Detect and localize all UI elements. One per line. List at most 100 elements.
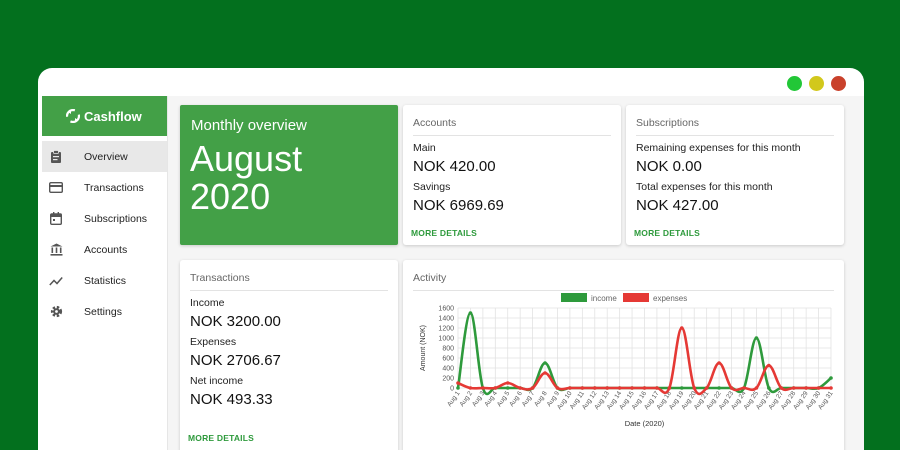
data-point-expenses <box>692 386 697 390</box>
data-point-expenses <box>505 381 510 385</box>
sidebar-item-accounts[interactable]: Accounts <box>42 234 167 265</box>
remaining-expenses-value: NOK 0.00 <box>636 158 702 175</box>
legend-swatch-expenses <box>623 293 649 302</box>
cashflow-logo-icon <box>66 109 80 123</box>
sidebar-item-label: Statistics <box>84 274 127 287</box>
data-point-expenses <box>804 386 808 390</box>
data-point-expenses <box>481 386 485 390</box>
activity-title: Activity <box>403 260 844 291</box>
gear-icon <box>49 305 63 319</box>
legend-swatch-income <box>561 293 587 302</box>
data-point-expenses <box>704 386 709 390</box>
data-point-expenses <box>829 386 833 390</box>
data-point-expenses <box>791 386 796 390</box>
credit-card-icon <box>49 181 63 195</box>
trending-icon <box>49 274 63 288</box>
data-point-income <box>680 386 684 390</box>
sidebar-item-label: Overview <box>84 150 128 163</box>
data-point-income <box>543 361 547 365</box>
data-point-income <box>767 386 771 390</box>
sidebar-item-transactions[interactable]: Transactions <box>42 172 167 203</box>
sidebar: Cashflow Overview Transactions Subscript… <box>42 96 168 450</box>
sidebar-item-label: Transactions <box>84 181 144 194</box>
bank-icon <box>49 243 63 257</box>
yellow-dot[interactable] <box>809 76 824 91</box>
data-point-income <box>456 386 460 390</box>
data-point-expenses <box>518 386 522 390</box>
y-tick-label: 1600 <box>438 306 454 313</box>
data-point-expenses <box>543 371 547 375</box>
red-dot[interactable] <box>831 76 846 91</box>
legend-label-expenses: expenses <box>653 294 687 303</box>
y-axis-title: Amount (NOK) <box>420 325 427 371</box>
transactions-more-details-link[interactable]: MORE DETAILS <box>188 433 254 443</box>
data-point-expenses <box>667 386 672 390</box>
data-point-expenses <box>493 386 498 390</box>
brand-title: Cashflow <box>84 108 142 124</box>
sidebar-item-label: Accounts <box>84 243 128 256</box>
data-point-expenses <box>555 386 560 390</box>
sidebar-item-label: Subscriptions <box>84 212 148 225</box>
monthly-overview-card: Monthly overview August 2020 <box>180 105 398 245</box>
sidebar-item-overview[interactable]: Overview <box>42 141 167 172</box>
clipboard-icon <box>49 150 63 164</box>
data-point-expenses <box>779 386 784 390</box>
data-point-expenses <box>456 381 460 385</box>
sidebar-item-statistics[interactable]: Statistics <box>42 265 167 296</box>
data-point-expenses <box>580 386 585 390</box>
expenses-value: NOK 2706.67 <box>190 352 281 369</box>
x-axis-title: Date (2020) <box>625 419 665 428</box>
data-point-expenses <box>642 386 647 390</box>
subscriptions-more-details-link[interactable]: MORE DETAILS <box>634 228 700 238</box>
data-point-expenses <box>717 361 721 365</box>
income-value: NOK 3200.00 <box>190 313 281 330</box>
brand-header[interactable]: Cashflow <box>42 96 167 136</box>
data-point-expenses <box>729 386 734 390</box>
app-body: Cashflow Overview Transactions Subscript… <box>42 96 864 450</box>
data-point-income <box>829 376 833 380</box>
y-tick-label: 400 <box>442 366 454 373</box>
y-tick-label: 200 <box>442 376 454 383</box>
data-point-expenses <box>530 386 535 390</box>
account-main-label: Main <box>413 142 436 154</box>
sidebar-item-settings[interactable]: Settings <box>42 296 167 327</box>
data-point-expenses <box>568 386 572 390</box>
y-tick-label: 1400 <box>438 316 454 323</box>
overview-label: Monthly overview <box>191 117 307 134</box>
y-tick-label: 1000 <box>438 336 454 343</box>
data-point-expenses <box>468 386 473 390</box>
accounts-more-details-link[interactable]: MORE DETAILS <box>411 228 477 238</box>
sidebar-item-subscriptions[interactable]: Subscriptions <box>42 203 167 234</box>
income-label: Income <box>190 297 225 309</box>
transactions-card: Transactions Income NOK 3200.00 Expenses… <box>180 260 398 450</box>
data-point-expenses <box>754 386 759 390</box>
data-point-expenses <box>592 386 597 390</box>
window-controls <box>787 76 846 91</box>
data-point-income <box>754 336 759 340</box>
account-savings-value: NOK 6969.69 <box>413 197 504 214</box>
green-dot[interactable] <box>787 76 802 91</box>
total-expenses-value: NOK 427.00 <box>636 197 719 214</box>
data-point-expenses <box>630 386 634 390</box>
y-tick-label: 600 <box>442 356 454 363</box>
y-tick-label: 800 <box>442 346 454 353</box>
data-point-income <box>505 386 510 390</box>
sidebar-nav: Overview Transactions Subscriptions Acco… <box>42 136 167 327</box>
account-savings-label: Savings <box>413 181 451 193</box>
data-point-income <box>468 311 473 315</box>
net-income-value: NOK 493.33 <box>190 391 273 408</box>
data-point-expenses <box>680 326 684 330</box>
calendar-icon <box>49 212 63 226</box>
activity-chart: income expenses 0 200 400 600 800 1000 1200 1400 1… <box>420 293 835 428</box>
transactions-title: Transactions <box>180 260 398 291</box>
total-expenses-label: Total expenses for this month <box>636 181 773 193</box>
accounts-title: Accounts <box>403 105 621 136</box>
data-point-expenses <box>816 386 821 390</box>
subscriptions-card: Subscriptions Remaining expenses for thi… <box>626 105 844 245</box>
main-content: Monthly overview August 2020 Accounts Ma… <box>168 96 864 450</box>
legend-label-income: income <box>591 294 617 303</box>
y-tick-label: 1200 <box>438 326 454 333</box>
accounts-card: Accounts Main NOK 420.00 Savings NOK 696… <box>403 105 621 245</box>
data-point-expenses <box>742 386 746 390</box>
app-window: Cashflow Overview Transactions Subscript… <box>38 68 864 450</box>
